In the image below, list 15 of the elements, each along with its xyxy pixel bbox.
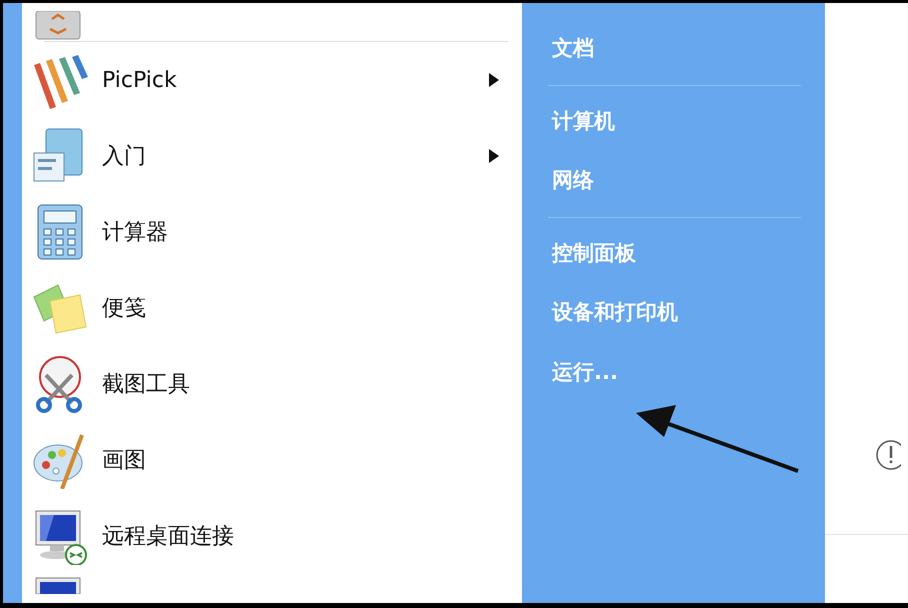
program-label: PicPick <box>102 66 178 94</box>
program-label: 入门 <box>102 142 147 170</box>
program-label: 截图工具 <box>102 370 191 398</box>
program-label: 便笺 <box>102 294 147 322</box>
program-label: 远程桌面连接 <box>102 522 235 550</box>
program-item[interactable]: 计算器 <box>32 194 522 270</box>
program-item[interactable]: 入门 <box>32 118 522 194</box>
program-label: 画图 <box>102 446 147 474</box>
program-item[interactable]: PicPick <box>32 42 522 118</box>
program-item[interactable]: 远程桌面连接 <box>32 498 522 574</box>
program-item[interactable]: 截图工具 <box>32 346 522 422</box>
exclamation-icon <box>875 439 901 471</box>
program-item[interactable]: 便笺 <box>32 270 522 346</box>
program-label: 计算器 <box>102 218 169 246</box>
program-item[interactable]: 画图 <box>32 422 522 498</box>
